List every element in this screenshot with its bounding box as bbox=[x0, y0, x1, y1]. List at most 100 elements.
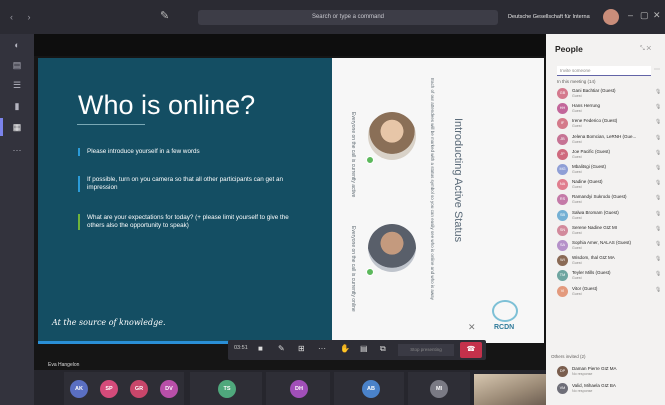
status-dot-icon bbox=[366, 268, 374, 276]
mic-icon[interactable]: ✎ bbox=[278, 344, 285, 353]
participant-role: Guest bbox=[572, 291, 582, 296]
participant-role: Guest bbox=[572, 170, 582, 174]
slide-side-title: Introducting Active Status bbox=[452, 118, 464, 243]
participant-avatar: NA bbox=[557, 179, 568, 191]
participant-avatar[interactable]: DV bbox=[160, 380, 178, 398]
chat-icon[interactable]: ▤ bbox=[9, 60, 25, 70]
participant-avatar: VM bbox=[557, 383, 568, 394]
org-switcher[interactable]: Deutsche Gesellschaft für Internation... bbox=[508, 10, 590, 25]
participant-row[interactable]: JP Joe Pacific (Guest) Guest 🎙 bbox=[555, 147, 662, 162]
participant-row[interactable]: NA Nadine (Guest) Guest 🎙 bbox=[555, 177, 661, 192]
participant-avatar[interactable]: AB bbox=[362, 380, 380, 398]
section-header: In this meeting (14) bbox=[557, 79, 596, 84]
stop-presenting-button[interactable]: Stop presenting bbox=[398, 344, 454, 356]
bullet-text: What are your expectations for today? (+… bbox=[87, 214, 289, 229]
camera-icon[interactable]: ■ bbox=[258, 344, 263, 353]
stage-header bbox=[34, 34, 546, 56]
bullet-bar bbox=[78, 148, 80, 156]
participant-avatar[interactable]: DH bbox=[290, 380, 308, 398]
chat-toggle-icon[interactable]: ▤ bbox=[360, 344, 368, 353]
close-icon[interactable]: ✕ bbox=[653, 10, 661, 21]
participants-icon[interactable]: ⧉ bbox=[380, 344, 386, 354]
participant-row[interactable]: SA Sophia Amer, NALAS (Guest) Guest 🎙 bbox=[555, 238, 662, 253]
user-avatar[interactable] bbox=[603, 9, 619, 25]
share-icon[interactable]: ⊞ bbox=[298, 344, 305, 353]
activity-icon[interactable]: ◐ bbox=[9, 40, 25, 50]
participant-avatar: WI bbox=[557, 255, 568, 267]
compose-icon[interactable]: ✎ bbox=[160, 9, 174, 23]
mic-icon: 🎙 bbox=[655, 241, 662, 247]
participant-name: Teyler Mills (Guest) bbox=[572, 270, 611, 276]
raise-hand-icon[interactable]: ✋ bbox=[340, 344, 350, 353]
invite-input[interactable]: Invite someone bbox=[557, 66, 651, 76]
bullet-bar bbox=[78, 176, 80, 192]
participant-video bbox=[474, 374, 546, 405]
participant-avatar: DP bbox=[557, 366, 568, 377]
leave-call-button[interactable]: ☎ bbox=[460, 342, 482, 358]
mic-icon: 🎙 bbox=[655, 134, 662, 141]
others-invited-header[interactable]: Others invited (2) bbox=[551, 354, 586, 359]
call-timer: 03:51 bbox=[234, 345, 248, 351]
participant-name: Sophia Amer, NALAS (Guest) bbox=[572, 240, 632, 245]
participant-avatar[interactable]: MI bbox=[430, 380, 448, 398]
attendee-photo bbox=[368, 112, 416, 160]
participant-avatar[interactable]: SP bbox=[100, 380, 118, 398]
mic-icon: 🎙 bbox=[655, 149, 662, 156]
participant-role: Guest bbox=[572, 185, 582, 190]
mic-icon: 🎙 bbox=[655, 286, 662, 293]
slide-bullet: If possible, turn on you camera so that … bbox=[78, 176, 298, 192]
participant-role: Guest bbox=[572, 276, 582, 281]
participant-row[interactable]: HH Hans Herrung Guest 🎙 bbox=[555, 101, 661, 116]
more-options-icon[interactable]: ··· bbox=[318, 344, 326, 353]
search-input[interactable]: Search or type a command bbox=[198, 10, 498, 25]
participant-row[interactable]: GB Gani Bachtiar (Guest) Guest 🎙 bbox=[555, 86, 662, 101]
mic-icon: 🎙 bbox=[655, 256, 662, 263]
rcdn-logo: RCDN bbox=[486, 300, 532, 336]
participant-name: Hans Herrung bbox=[572, 103, 601, 109]
mic-icon: 🎙 bbox=[655, 271, 662, 278]
participant-avatar[interactable]: GR bbox=[130, 380, 148, 398]
participant-name: Salwa Bromam (Guest) bbox=[572, 209, 619, 215]
participant-role: Guest bbox=[572, 124, 582, 129]
participant-row[interactable]: VI Vitor (Guest) Guest 🎙 bbox=[555, 284, 662, 299]
minimize-icon[interactable]: – bbox=[628, 10, 633, 20]
participant-avatar: SA bbox=[557, 240, 568, 251]
participant-name: Nadine (Guest) bbox=[572, 179, 603, 185]
participant-avatar: HH bbox=[557, 103, 568, 115]
invite-options-icon[interactable]: ⋯ bbox=[654, 66, 660, 73]
panel-popout-close-icon[interactable]: ⤡ ✕ bbox=[640, 46, 651, 53]
participant-row[interactable]: TM Teyler Mills (Guest) Guest 🎙 bbox=[555, 268, 662, 283]
participant-avatar[interactable]: AK bbox=[70, 380, 88, 398]
mic-icon: 🎙 bbox=[655, 225, 662, 232]
slide-bullet: Please introduce yourself in a few words bbox=[78, 148, 298, 156]
participant-avatar: GB bbox=[557, 88, 568, 99]
maximize-icon[interactable]: ▢ bbox=[640, 10, 649, 21]
invited-row[interactable]: DP Daman Pierre GIZ MA No response bbox=[555, 364, 660, 379]
participant-row[interactable]: JB Jelena Bomcian, LeRNH (Gue... Guest 🎙 bbox=[555, 132, 662, 147]
participant-avatar: MG bbox=[557, 164, 568, 175]
logo-text: RCDN bbox=[494, 324, 515, 331]
more-apps-icon[interactable]: ··· bbox=[9, 145, 25, 155]
participant-row[interactable]: MG Mbalitsgi (Guest) Guest 🎙 bbox=[555, 162, 661, 177]
participant-name: Vitor (Guest) bbox=[572, 285, 598, 291]
participant-role: Guest bbox=[572, 230, 582, 235]
participant-row[interactable]: SB Salwa Bromam (Guest) Guest 🎙 bbox=[555, 208, 661, 223]
nav-arrows[interactable]: ‹ › bbox=[10, 12, 37, 22]
calendar-icon[interactable]: ▦ bbox=[9, 122, 25, 132]
participant-row[interactable]: WI Wisdom, Ihal GIZ MA Guest 🎙 bbox=[555, 253, 662, 268]
mic-icon: 🎙 bbox=[655, 119, 662, 126]
participant-name: Wisdom, Ihal GIZ MA bbox=[572, 255, 615, 261]
participant-row[interactable]: IF Irene Federico (Guest) Guest 🎙 bbox=[555, 116, 662, 131]
status-dot-icon bbox=[366, 156, 374, 164]
participant-name: Serene Nadine GIZ MI bbox=[572, 224, 618, 230]
logo-ring-icon bbox=[492, 300, 518, 322]
participant-row[interactable]: RS Ramandyi Sukrodo (Guest) Guest 🎙 bbox=[555, 192, 661, 207]
invited-row[interactable]: VM Valid, Mihaela GIZ BA No response bbox=[555, 381, 660, 396]
files-icon[interactable]: ▮ bbox=[9, 101, 25, 111]
mic-icon: 🎙 bbox=[655, 89, 662, 95]
slide-close-icon[interactable]: ✕ bbox=[468, 322, 476, 333]
participant-row[interactable]: SN Serene Nadine GIZ MI Guest 🎙 bbox=[555, 223, 662, 238]
participant-role: Guest bbox=[572, 246, 582, 250]
teams-icon[interactable]: ☰ bbox=[9, 80, 25, 90]
participant-avatar[interactable]: TS bbox=[218, 380, 236, 398]
